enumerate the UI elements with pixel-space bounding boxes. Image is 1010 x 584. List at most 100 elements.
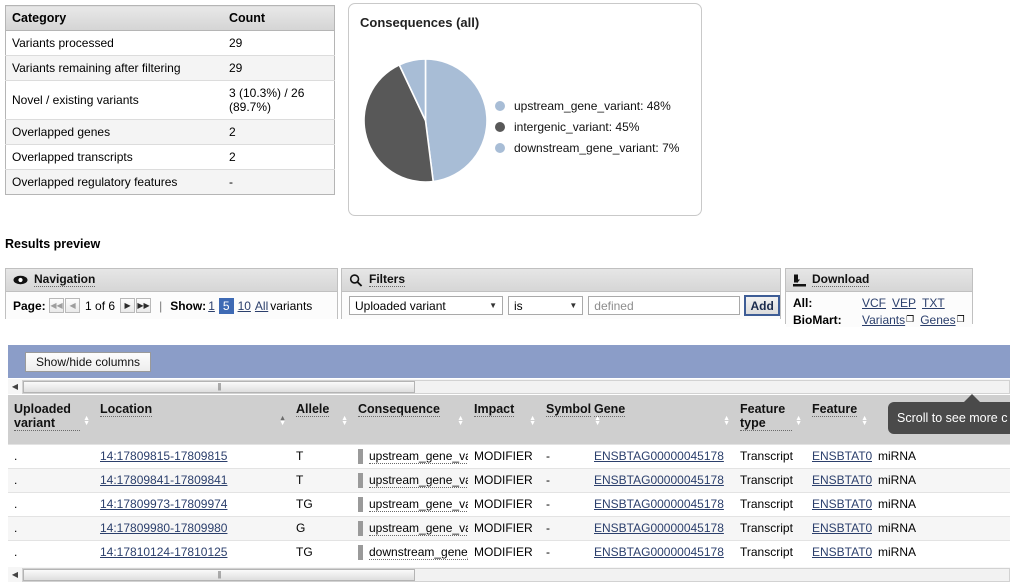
results-header-label: Allele: [296, 402, 330, 417]
location-link[interactable]: 14:17809815-17809815: [100, 449, 227, 463]
location-link[interactable]: 14:17809841-17809841: [100, 473, 227, 487]
download-vep-link[interactable]: VEP: [892, 296, 916, 310]
results-header-feature[interactable]: Feature ▲ ▼: [806, 395, 872, 444]
gene-link[interactable]: ENSBTAG00000045178: [594, 449, 724, 463]
consequence-label[interactable]: upstream_gene_variant: [369, 449, 468, 464]
consequence-label[interactable]: upstream_gene_variant: [369, 497, 468, 512]
feature-link[interactable]: ENSBTAT00000062611: [812, 497, 872, 511]
filter-operator-select[interactable]: is ▼: [508, 296, 584, 315]
feature-link[interactable]: ENSBTAT00000062611: [812, 473, 872, 487]
add-filter-button[interactable]: Add: [744, 295, 780, 316]
consequence-label[interactable]: downstream_gene_variant: [369, 545, 468, 560]
location-link[interactable]: 14:17809973-17809974: [100, 497, 227, 511]
gene-link[interactable]: ENSBTAG00000045178: [594, 521, 724, 535]
cell-biotype: miRNA: [872, 467, 1010, 492]
location-link[interactable]: 14:17809980-17809980: [100, 521, 227, 535]
cell-feature-type: Transcript: [734, 539, 806, 564]
filter-value-input[interactable]: defined: [588, 296, 741, 315]
filter-field-select[interactable]: Uploaded variant ▼: [349, 296, 504, 315]
show-option-5-selected[interactable]: 5: [218, 297, 234, 314]
results-header-feature-type[interactable]: Feature type ▲ ▼: [734, 395, 806, 444]
show-hide-columns-button[interactable]: Show/hide columns: [25, 352, 152, 372]
sort-toggle-icon[interactable]: ▲ ▼: [83, 402, 90, 427]
results-header-label: Symbol: [546, 402, 592, 417]
summary-row: Overlapped regulatory features -: [5, 169, 335, 195]
sort-toggle-icon[interactable]: ▲ ▼: [457, 402, 464, 427]
show-option-all[interactable]: All: [255, 299, 268, 313]
last-page-button[interactable]: ▶▶: [136, 298, 152, 313]
table-row: . 14:17810124-17810125 TG downstream_gene_v…: [8, 539, 1010, 564]
results-table-horizontal-scrollbar-top[interactable]: ◀ |||: [8, 379, 1010, 394]
summary-row: Novel / existing variants 3 (10.3%) / 26 …: [5, 80, 335, 120]
results-header-consequence[interactable]: Consequence ▲ ▼: [352, 395, 468, 444]
summary-cell-category: Overlapped genes: [5, 119, 223, 145]
scroll-left-arrow-icon[interactable]: ◀: [8, 379, 22, 394]
results-header-uploaded-variant[interactable]: Uploaded variant ▲ ▼: [8, 395, 94, 444]
sort-toggle-icon[interactable]: ▲ ▼: [861, 402, 868, 427]
summary-cell-count: -: [229, 175, 233, 189]
gene-link[interactable]: ENSBTAG00000045178: [594, 473, 724, 487]
navigation-panel-label: Navigation: [34, 272, 96, 287]
cell-feature: ENSBTAT00000062611: [806, 467, 872, 492]
consequence-label[interactable]: upstream_gene_variant: [369, 473, 468, 488]
download-vcf-link[interactable]: VCF: [862, 296, 886, 310]
cell-symbol: -: [540, 491, 588, 516]
sort-toggle-icon[interactable]: ▲ ▼: [341, 402, 348, 427]
feature-link[interactable]: ENSBTAT00000062611: [812, 545, 872, 559]
gene-link[interactable]: ENSBTAG00000045178: [594, 497, 724, 511]
biomart-variants-link[interactable]: Variants: [862, 313, 905, 327]
legend-color-swatch: [495, 121, 505, 132]
filter-operator-value: is: [514, 298, 523, 313]
scrollbar-track[interactable]: |||: [22, 379, 1010, 394]
results-header-gene[interactable]: Gene ▲ ▼: [588, 395, 734, 444]
cell-symbol: -: [540, 467, 588, 492]
legend-item: downstream_gene_variant: 7%: [495, 137, 679, 158]
summary-row: Overlapped transcripts 2: [5, 144, 335, 170]
feature-link[interactable]: ENSBTAT00000062611: [812, 449, 872, 463]
sort-toggle-icon[interactable]: ▲ ▼: [795, 402, 802, 427]
results-header-allele[interactable]: Allele ▲ ▼: [290, 395, 352, 444]
results-header-impact[interactable]: Impact ▲ ▼: [468, 395, 540, 444]
summary-row: Overlapped genes 2: [5, 119, 335, 145]
consequences-chart-panel: Consequences (all) upstream_gene_variant…: [348, 3, 702, 216]
sort-toggle-icon[interactable]: ▲ ▼: [529, 402, 536, 427]
download-panel-header[interactable]: Download: [786, 269, 972, 292]
prev-page-button[interactable]: ◀: [65, 298, 81, 313]
sort-toggle-icon[interactable]: ▲ ▼: [723, 402, 730, 427]
download-all-row: All: VCF VEP TXT: [793, 295, 972, 310]
location-link[interactable]: 14:17810124-17810125: [100, 545, 227, 559]
scrollbar-track[interactable]: |||: [22, 567, 1010, 582]
filters-panel-header[interactable]: Filters: [342, 269, 780, 292]
scroll-left-arrow-icon[interactable]: ◀: [8, 567, 22, 582]
download-panel-body: All: VCF VEP TXT BioMart: Variants ❐ Gene…: [786, 292, 972, 327]
summary-header-category: Category: [5, 5, 223, 31]
next-page-button[interactable]: ▶: [120, 298, 136, 313]
summary-statistics-table: Category Count Variants processed 29 Varia…: [5, 5, 335, 195]
scrollbar-thumb[interactable]: |||: [23, 380, 415, 393]
sort-toggle-icon[interactable]: ▲ ▼: [279, 402, 286, 427]
chevron-down-icon: ▼: [569, 301, 578, 310]
results-table: Uploaded variant ▲ ▼ Location ▲ ▼ Allele ▲ ▼ Cons…: [8, 395, 1010, 564]
cell-gene: ENSBTAG00000045178: [588, 515, 734, 540]
navigation-panel-header[interactable]: Navigation: [6, 269, 337, 292]
cell-location: 14:17809841-17809841: [94, 467, 290, 492]
results-table-horizontal-scrollbar-bottom[interactable]: ◀ |||: [8, 567, 1010, 582]
summary-cell-category: Novel / existing variants: [5, 80, 223, 120]
first-page-button[interactable]: ◀◀: [49, 298, 65, 313]
legend-item: upstream_gene_variant: 48%: [495, 95, 679, 116]
show-option-1[interactable]: 1: [208, 299, 215, 313]
gene-link[interactable]: ENSBTAG00000045178: [594, 545, 724, 559]
biomart-genes-link[interactable]: Genes: [920, 313, 955, 327]
results-header-symbol[interactable]: Symbol ▲ ▼: [540, 395, 601, 444]
legend-label: downstream_gene_variant: 7%: [514, 140, 680, 155]
legend-label: intergenic_variant: 45%: [514, 119, 640, 134]
download-txt-link[interactable]: TXT: [922, 296, 945, 310]
consequence-label[interactable]: upstream_gene_variant: [369, 521, 468, 536]
show-option-10[interactable]: 10: [238, 299, 251, 313]
results-header-location[interactable]: Location ▲ ▼: [94, 395, 290, 444]
feature-link[interactable]: ENSBTAT00000062611: [812, 521, 872, 535]
cell-impact: MODIFIER: [468, 443, 540, 468]
cell-feature-type: Transcript: [734, 515, 806, 540]
cell-feature: ENSBTAT00000062611: [806, 539, 872, 564]
scrollbar-thumb[interactable]: |||: [23, 568, 415, 581]
